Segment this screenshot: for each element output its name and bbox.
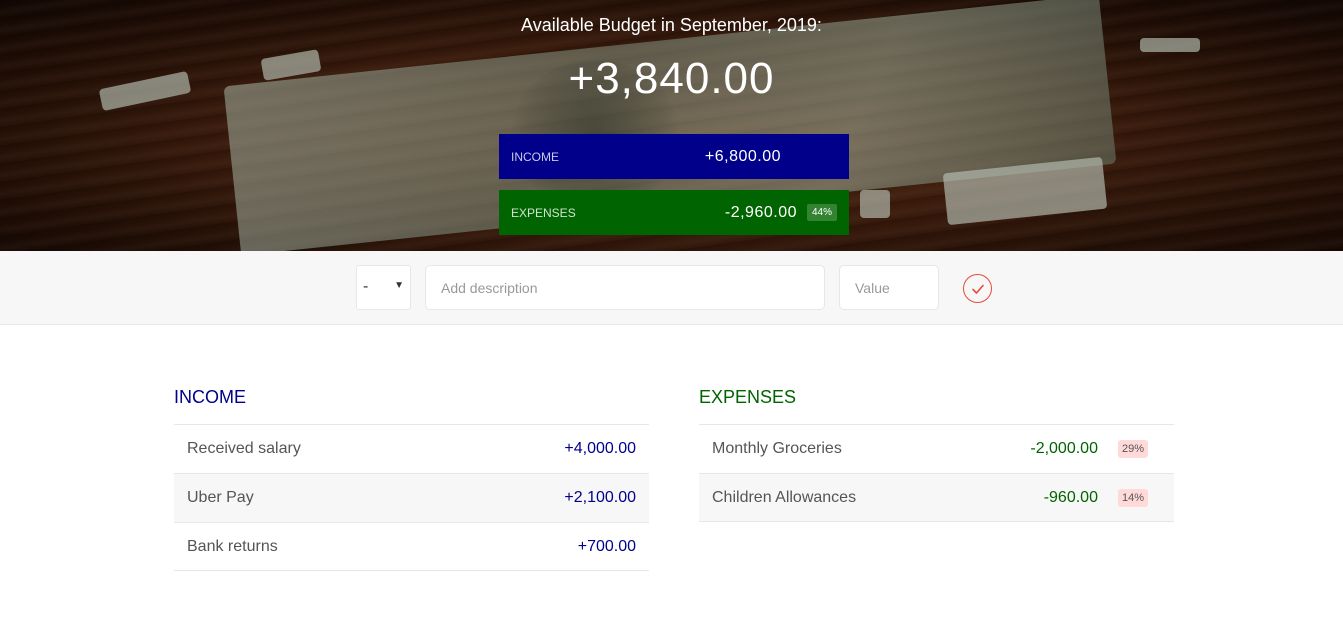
income-list: Received salary +4,000.00 Uber Pay +2,10… [174,424,649,571]
expense-item-value: -2,000.00 [1030,440,1098,457]
budget-income-value: +6,800.00 [704,147,781,165]
expenses-column: Expenses Monthly Groceries -2,000.00 29%… [699,386,1174,522]
expense-item-percentage: 29% [1117,440,1148,458]
description-input[interactable] [425,265,825,310]
expense-item[interactable]: Monthly Groceries -2,000.00 29% [699,424,1174,473]
checkmark-icon [971,284,984,294]
expenses-list: Monthly Groceries -2,000.00 29% Children… [699,424,1174,522]
income-item[interactable]: Uber Pay +2,100.00 [174,473,649,522]
expense-item-value: -960.00 [1043,488,1098,506]
budget-title: Available Budget in September, 2019: [521,15,822,35]
add-button[interactable] [963,274,992,303]
expense-item-description: Children Allowances [712,488,857,506]
budget-value: +3,840.00 [568,54,775,103]
expense-item-description: Monthly Groceries [712,440,842,457]
income-title: Income [174,387,246,407]
income-item-value: +2,100.00 [564,489,636,506]
income-item-value: +700.00 [577,537,636,555]
background-image [1140,38,1200,52]
income-item[interactable]: Received salary +4,000.00 [174,424,649,473]
income-item-description: Bank returns [187,537,278,555]
budget-expenses-summary: Expenses -2,960.00 44% [499,190,849,235]
chevron-down-icon: ▼ [394,280,404,291]
expense-item[interactable]: Children Allowances -960.00 14% [699,473,1174,522]
type-select-value: - [363,278,369,295]
budget-expenses-label: Expenses [511,205,576,220]
value-input[interactable] [839,265,939,310]
income-item-description: Received salary [187,440,301,457]
background-image [860,190,890,218]
income-item-description: Uber Pay [187,489,254,506]
income-item[interactable]: Bank returns +700.00 [174,522,649,571]
budget-header: Available Budget in September, 2019: +3,… [0,0,1343,251]
add-item-bar: - ▼ [0,251,1343,325]
type-select[interactable]: - ▼ [356,265,411,310]
income-column: Income Received salary +4,000.00 Uber Pa… [174,386,649,571]
income-item-value: +4,000.00 [564,440,636,457]
expense-item-percentage: 14% [1117,488,1148,507]
expenses-title: Expenses [699,387,797,407]
budget-expenses-value: -2,960.00 [724,203,797,221]
budget-expenses-percentage: 44% [806,204,837,221]
budget-income-summary: Income +6,800.00 [499,134,849,179]
budget-income-label: Income [511,149,559,164]
